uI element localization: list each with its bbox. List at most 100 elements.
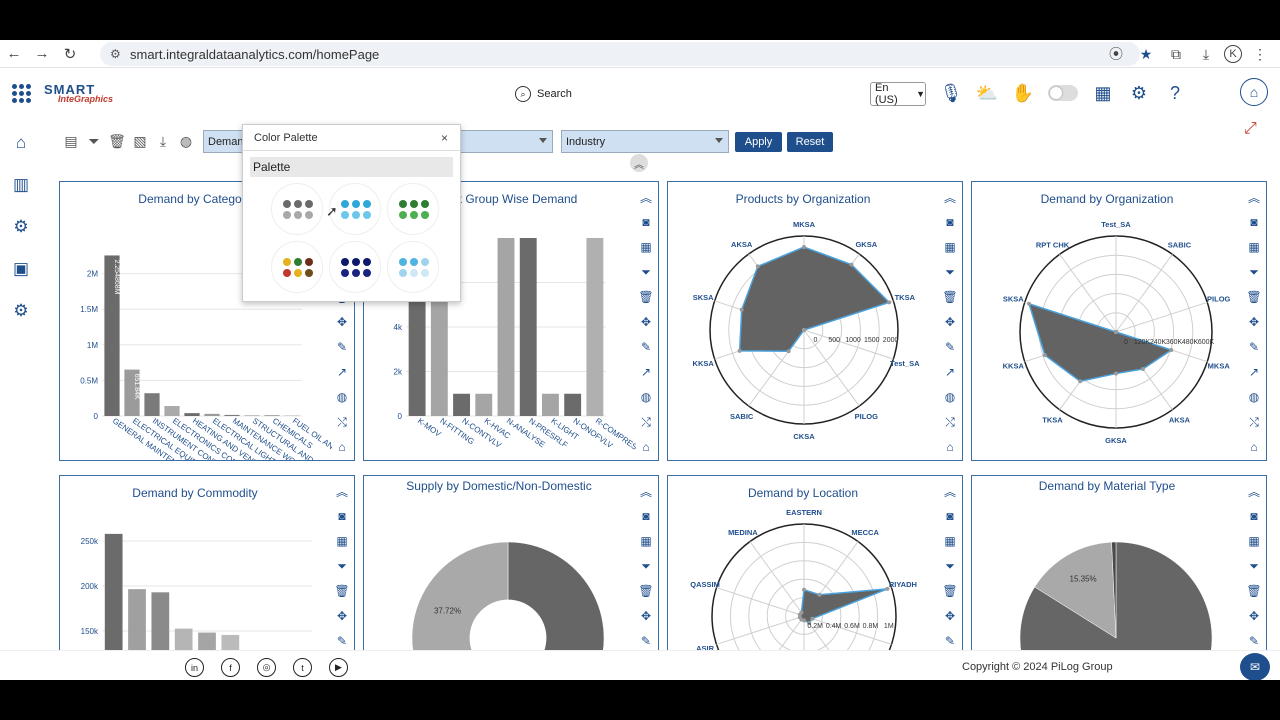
edit-icon[interactable]: ✎ xyxy=(333,632,351,650)
filter-icon[interactable]: ⏷ xyxy=(1245,263,1263,281)
filter-icon[interactable]: ⏷ xyxy=(637,557,655,575)
filter-icon[interactable]: ⏷ xyxy=(941,263,959,281)
report-nav-icon[interactable]: ▣ xyxy=(8,256,34,282)
trend-icon[interactable]: ↗ xyxy=(333,363,351,381)
camera-icon[interactable]: ◙ xyxy=(637,213,655,231)
collapse-up-icon[interactable]: ︽ xyxy=(333,482,351,500)
gears-nav-icon[interactable]: ⚙ xyxy=(8,214,34,240)
youtube-icon[interactable]: ▶ xyxy=(329,658,348,677)
table-icon[interactable]: ▦ xyxy=(941,238,959,256)
camera-icon[interactable]: ◙ xyxy=(1245,507,1263,525)
collapse-up-icon[interactable]: ︽ xyxy=(637,188,655,206)
calendar-icon[interactable]: ▦ xyxy=(1092,80,1114,106)
download-icon[interactable]: ⤓ xyxy=(1194,46,1218,63)
palette-swatch-4[interactable] xyxy=(271,241,323,293)
delete-icon[interactable]: 🗑 xyxy=(941,582,959,600)
camera-icon[interactable]: ◙ xyxy=(637,507,655,525)
palette-icon[interactable]: ◍ xyxy=(941,388,959,406)
table-icon[interactable]: ▦ xyxy=(637,532,655,550)
hand-icon[interactable]: ✋ xyxy=(1012,80,1034,106)
palette-icon[interactable]: ◍ xyxy=(333,388,351,406)
chat-icon[interactable]: ✉ xyxy=(1240,653,1270,680)
collapse-up-icon[interactable]: ︽ xyxy=(1245,482,1263,500)
bookmark-star-icon[interactable]: ★ xyxy=(1134,46,1158,63)
weather-icon[interactable]: ⛅ xyxy=(976,80,998,106)
edit-icon[interactable]: ✎ xyxy=(637,338,655,356)
collapse-up-icon[interactable]: ︽ xyxy=(637,482,655,500)
trend-icon[interactable]: ↗ xyxy=(1245,363,1263,381)
reset-button[interactable]: Reset xyxy=(787,132,833,152)
address-bar[interactable]: ⚙ smart.integraldataanalytics.com/homePa… xyxy=(100,42,1140,66)
filter-icon[interactable]: ⏷ xyxy=(941,557,959,575)
palette-icon[interactable]: ◍ xyxy=(1245,388,1263,406)
expand-icon[interactable]: ✥ xyxy=(333,313,351,331)
home-icon[interactable]: ⌂ xyxy=(637,438,655,456)
theme-toggle[interactable] xyxy=(1048,85,1078,101)
close-icon[interactable]: × xyxy=(441,131,448,145)
home-icon[interactable]: ⌂ xyxy=(1245,438,1263,456)
instagram-icon[interactable]: ◎ xyxy=(257,658,276,677)
expand-icon[interactable]: ✥ xyxy=(941,313,959,331)
table-icon[interactable]: ▦ xyxy=(637,238,655,256)
linkedin-icon[interactable]: in xyxy=(185,658,204,677)
edit-icon[interactable]: ✎ xyxy=(333,338,351,356)
save-layout-icon[interactable]: ▤ xyxy=(62,132,80,150)
collapse-filters-icon[interactable]: ︽ xyxy=(630,154,648,172)
edit-icon[interactable]: ✎ xyxy=(1245,338,1263,356)
filter-icon[interactable]: ⏷ xyxy=(333,557,351,575)
edit-icon[interactable]: ✎ xyxy=(1245,632,1263,650)
palette-swatch-6[interactable] xyxy=(387,241,439,293)
filter-icon[interactable]: ⏷ xyxy=(1245,557,1263,575)
location-icon[interactable]: ⦿ xyxy=(1104,44,1128,64)
microphone-icon[interactable]: 🎙 xyxy=(940,80,963,106)
table-icon[interactable]: ▦ xyxy=(1245,532,1263,550)
expand-icon[interactable]: ✥ xyxy=(1245,313,1263,331)
collapse-up-icon[interactable]: ︽ xyxy=(941,482,959,500)
delete-icon[interactable]: 🗑 xyxy=(108,132,126,150)
dashboard-nav-icon[interactable]: ▥ xyxy=(8,172,34,198)
facebook-icon[interactable]: f xyxy=(221,658,240,677)
home-icon[interactable]: ⌂ xyxy=(941,438,959,456)
shuffle-icon[interactable]: ⤭ xyxy=(637,413,655,431)
help-icon[interactable]: ? xyxy=(1164,80,1186,106)
apply-button[interactable]: Apply xyxy=(735,132,782,152)
apps-grid-icon[interactable] xyxy=(12,84,31,103)
delete-icon[interactable]: 🗑 xyxy=(1245,288,1263,306)
delete-icon[interactable]: 🗑 xyxy=(333,582,351,600)
home-icon[interactable]: ⌂ xyxy=(333,438,351,456)
site-info-icon[interactable]: ⚙ xyxy=(110,47,121,61)
trend-icon[interactable]: ↗ xyxy=(637,363,655,381)
reload-icon[interactable]: ↻ xyxy=(56,40,84,68)
app-logo[interactable]: SMART InteGraphics xyxy=(44,82,113,104)
expand-icon[interactable]: ✥ xyxy=(637,607,655,625)
camera-icon[interactable]: ◙ xyxy=(941,507,959,525)
shuffle-icon[interactable]: ⤭ xyxy=(941,413,959,431)
palette-swatch-1[interactable] xyxy=(271,183,323,235)
palette-swatch-5[interactable] xyxy=(329,241,381,293)
expand-icon[interactable]: ✥ xyxy=(333,607,351,625)
shuffle-icon[interactable]: ⤭ xyxy=(333,413,351,431)
shuffle-icon[interactable]: ⤭ xyxy=(1245,413,1263,431)
group-select[interactable] xyxy=(455,130,553,153)
home-nav-icon[interactable]: ⌂ xyxy=(8,130,34,156)
trend-icon[interactable]: ↗ xyxy=(941,363,959,381)
back-icon[interactable]: ← xyxy=(0,40,28,68)
share-graph-icon[interactable]: ⤢ xyxy=(1244,120,1257,138)
filter-icon[interactable]: ⏷ xyxy=(85,132,103,150)
table-icon[interactable]: ▦ xyxy=(333,532,351,550)
camera-icon[interactable]: ◙ xyxy=(941,213,959,231)
download-icon[interactable]: ⤓ xyxy=(154,132,172,150)
collapse-up-icon[interactable]: ︽ xyxy=(1245,188,1263,206)
camera-icon[interactable]: ◙ xyxy=(1245,213,1263,231)
delete-icon[interactable]: 🗑 xyxy=(637,288,655,306)
edit-icon[interactable]: ✎ xyxy=(637,632,655,650)
delete-icon[interactable]: 🗑 xyxy=(637,582,655,600)
collapse-up-icon[interactable]: ︽ xyxy=(941,188,959,206)
palette-icon[interactable]: ◍ xyxy=(177,132,195,150)
table-icon[interactable]: ▦ xyxy=(1245,238,1263,256)
expand-icon[interactable]: ✥ xyxy=(637,313,655,331)
delete-icon[interactable]: 🗑 xyxy=(1245,582,1263,600)
table-icon[interactable]: ▦ xyxy=(941,532,959,550)
export-icon[interactable]: ▧ xyxy=(131,132,149,150)
settings-gear-icon[interactable]: ⚙ xyxy=(1128,80,1150,106)
